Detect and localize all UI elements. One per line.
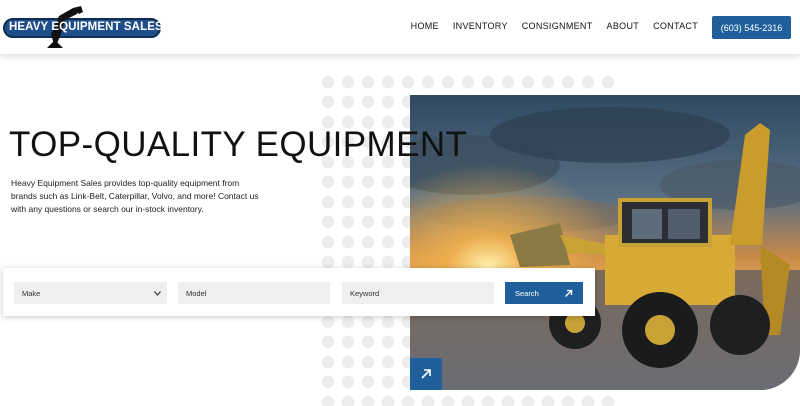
make-select[interactable]: Make	[14, 282, 167, 304]
model-input[interactable]	[178, 282, 330, 304]
make-select-value: Make	[22, 288, 41, 298]
site-header: HEAVY EQUIPMENT SALES HOME INVENTORY CON…	[0, 0, 800, 55]
main-nav: HOME INVENTORY CONSIGNMENT ABOUT CONTACT	[411, 21, 698, 31]
logo-text: HEAVY EQUIPMENT SALES	[9, 21, 163, 33]
keyword-input[interactable]	[342, 282, 494, 304]
phone-button[interactable]: (603) 545-2316	[712, 16, 791, 39]
backhoe-sunset-image	[410, 95, 800, 390]
hero-image	[410, 95, 800, 390]
inventory-search-bar: Make Search	[3, 268, 595, 316]
image-link-button[interactable]	[410, 358, 442, 390]
search-button-label: Search	[515, 288, 539, 298]
nav-about[interactable]: ABOUT	[607, 21, 640, 31]
arrow-up-right-icon	[565, 289, 573, 297]
arrow-up-right-icon	[421, 369, 431, 379]
hero-description: Heavy Equipment Sales provides top-quali…	[11, 178, 259, 214]
nav-contact[interactable]: CONTACT	[653, 21, 698, 31]
search-button[interactable]: Search	[505, 282, 583, 304]
nav-inventory[interactable]: INVENTORY	[453, 21, 508, 31]
hero-title: TOP-QUALITY EQUIPMENT	[9, 125, 468, 164]
nav-consignment[interactable]: CONSIGNMENT	[522, 21, 593, 31]
chevron-down-icon	[154, 290, 161, 296]
nav-home[interactable]: HOME	[411, 21, 439, 31]
logo[interactable]: HEAVY EQUIPMENT SALES	[3, 4, 163, 48]
